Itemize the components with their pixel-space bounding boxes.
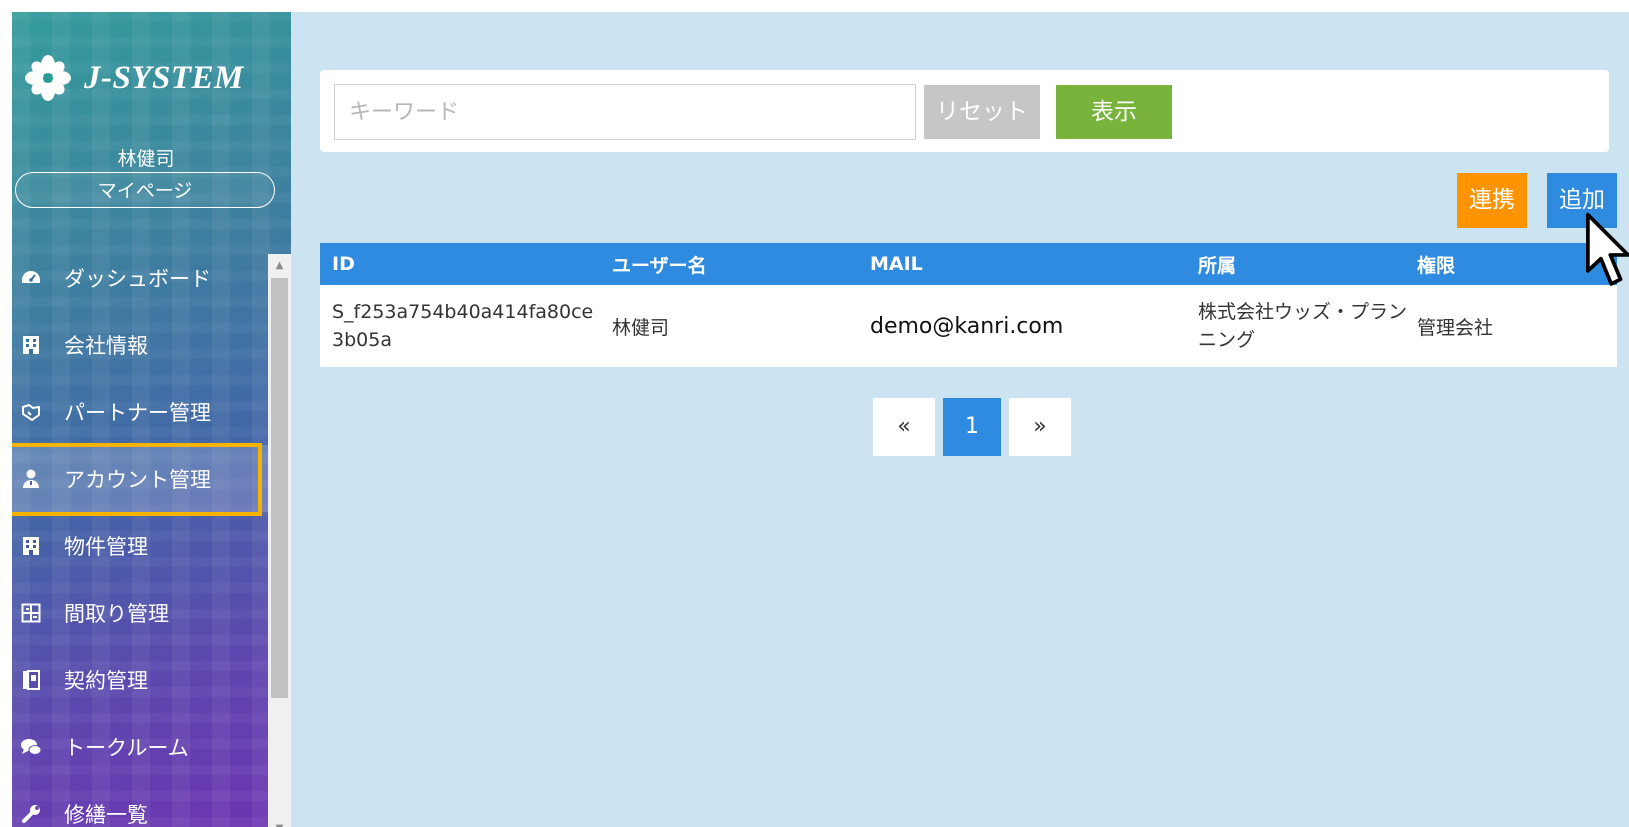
brand-name: J-SYSTEM [84,59,244,96]
sidebar-scrollbar[interactable]: ▲ ▼ [268,254,291,827]
sidebar-item-talkroom[interactable]: トークルーム [12,713,268,780]
sidebar-item-contract[interactable]: 契約管理 [12,646,268,713]
account-table: ID ユーザー名 MAIL 所属 権限 S_f253a754b40a414fa8… [320,243,1617,367]
floorplan-icon [20,602,42,624]
book-icon [20,669,42,691]
wrench-icon [20,803,42,825]
search-panel: リセット 表示 [320,70,1609,152]
column-header-role[interactable]: 権限 [1417,251,1617,278]
cell-id: S_f253a754b40a414fa80ce3b05a [332,301,594,351]
main-content: リセット 表示 連携 追加 ID ユーザー名 MAIL 所属 権限 S_f253… [291,12,1629,827]
sidebar-item-label: パートナー管理 [64,400,211,425]
sidebar-item-floorplan[interactable]: 間取り管理 [12,579,268,646]
sidebar-item-repair[interactable]: 修繕一覧 [12,780,268,827]
reset-button[interactable]: リセット [924,85,1040,139]
table-header: ID ユーザー名 MAIL 所属 権限 [320,243,1617,285]
cell-role: 管理会社 [1417,316,1494,339]
current-user-name: 林健司 [117,148,175,170]
column-header-affiliation[interactable]: 所属 [1198,251,1417,278]
sidebar-item-label: 契約管理 [64,668,148,693]
scroll-up-arrow-icon[interactable]: ▲ [268,254,291,276]
sidebar-item-label: 会社情報 [64,333,148,358]
sidebar-item-label: アカウント管理 [64,467,211,492]
logo[interactable]: J-SYSTEM [24,54,244,102]
prev-page-button[interactable]: « [873,398,935,456]
dashboard-icon [20,267,42,289]
sidebar-item-label: 物件管理 [64,534,148,559]
column-header-mail[interactable]: MAIL [870,253,1198,275]
table-row[interactable]: S_f253a754b40a414fa80ce3b05a 林健司 demo@ka… [320,285,1617,367]
sidebar-item-label: 間取り管理 [64,601,169,626]
flower-logo-icon [25,55,71,101]
sidebar-item-account[interactable]: アカウント管理 [12,443,268,516]
show-button[interactable]: 表示 [1056,85,1172,139]
sidebar-item-partner[interactable]: パートナー管理 [12,378,268,445]
user-icon [20,468,42,490]
sidebar-item-property[interactable]: 物件管理 [12,512,268,579]
building-icon [20,334,42,356]
scrollbar-thumb[interactable] [271,278,288,698]
sidebar-item-company-info[interactable]: 会社情報 [12,311,268,378]
building-icon [20,535,42,557]
sidebar-item-dashboard[interactable]: ダッシュボード [12,244,268,311]
next-page-button[interactable]: » [1009,398,1071,456]
handshake-icon [20,401,42,423]
column-header-username[interactable]: ユーザー名 [612,251,870,278]
sidebar-item-label: ダッシュボード [64,266,211,291]
column-header-id[interactable]: ID [320,253,612,275]
mypage-button[interactable]: マイページ [15,172,275,208]
cell-username: 林健司 [612,316,670,339]
cell-affiliation: 株式会社ウッズ・プランニング [1198,301,1408,351]
page-1-button[interactable]: 1 [943,398,1001,456]
add-account-button[interactable]: 追加 [1547,173,1617,228]
sidebar: J-SYSTEM 林健司 マイページ ダッシュボード 会社情報 パートナー管理 [12,12,291,827]
chat-icon [20,736,42,758]
sidebar-item-label: トークルーム [64,735,189,760]
sidebar-nav: ダッシュボード 会社情報 パートナー管理 アカウント管理 物件管理 間取り管理 … [12,244,268,827]
cell-mail: demo@kanri.com [870,313,1064,339]
sidebar-item-label: 修繕一覧 [64,802,148,827]
keyword-search-input[interactable] [334,84,916,140]
scroll-down-arrow-icon[interactable]: ▼ [268,817,291,827]
pagination: « 1 » [873,398,1079,456]
link-button[interactable]: 連携 [1457,173,1527,228]
